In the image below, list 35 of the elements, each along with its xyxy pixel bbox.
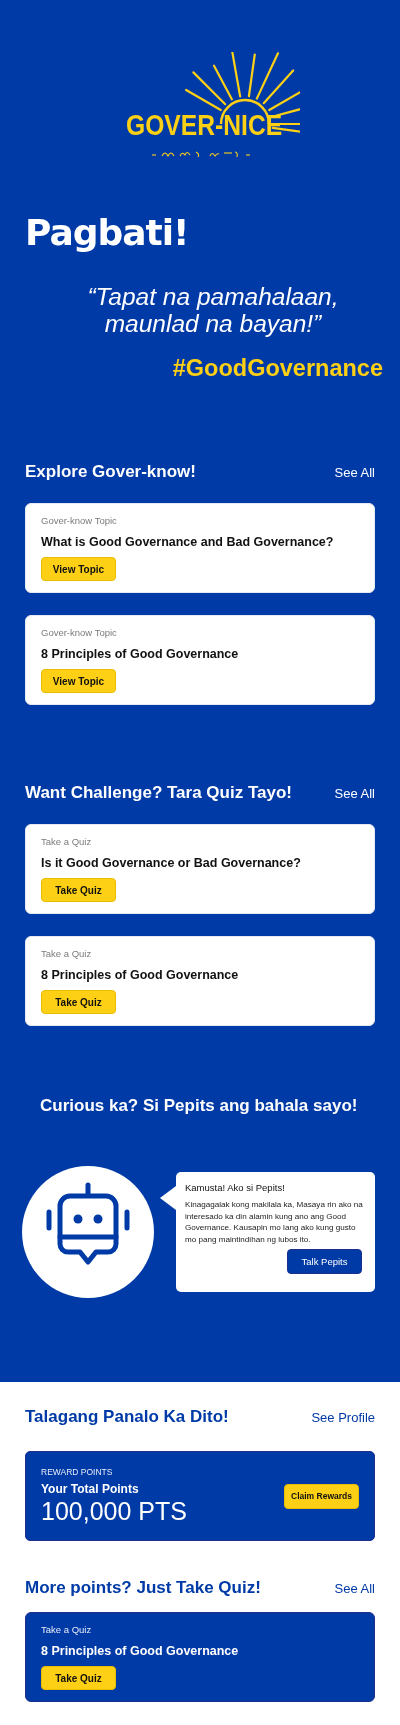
section-heading: Want Challenge? Tara Quiz Tayo! xyxy=(25,783,292,803)
card-title: 8 Principles of Good Governance xyxy=(41,1644,239,1658)
card-label: Take a Quiz xyxy=(41,948,92,959)
card-action-button[interactable]: Take Quiz xyxy=(41,878,116,902)
section-heading: Talagang Panalo Ka Dito! xyxy=(25,1407,229,1427)
card-title: What is Good Governance and Bad Governance? xyxy=(41,535,334,549)
card-action-button[interactable]: View Topic xyxy=(41,557,116,581)
card-action-button[interactable]: Take Quiz xyxy=(41,990,116,1014)
card-label: Take a Quiz xyxy=(41,836,92,847)
card-label: Gover-know Topic xyxy=(41,515,117,526)
card-action-button[interactable]: View Topic xyxy=(41,669,116,693)
points-total: 100,000 PTS xyxy=(41,1496,187,1526)
motto-quote: “Tapat na pamahalaan, maunlad na bayan!” xyxy=(86,283,340,337)
section-heading: More points? Just Take Quiz! xyxy=(25,1578,261,1598)
card-title: 8 Principles of Good Governance xyxy=(41,968,239,982)
section-heading: Curious ka? Si Pepits ang bahala sayo! xyxy=(40,1096,359,1116)
section-heading: Explore Gover-know! xyxy=(25,462,196,482)
see-all-link[interactable]: See All xyxy=(334,1580,375,1596)
bubble-title: Kamusta! Ako si Pepits! xyxy=(185,1182,285,1193)
reward-subtitle: Your Total Points xyxy=(41,1481,140,1496)
reward-label: REWARD POINTS xyxy=(41,1466,114,1477)
see-all-link[interactable]: See All xyxy=(334,785,375,801)
bubble-message: Kinagagalak kong makilala ka, Masaya rin ako na interesado ka din alamin kung ano ang Good Governance. Kausapin mo lang ako kung gusto mo pang maintindihan ng lubos ito. xyxy=(185,1199,364,1245)
card-label: Gover-know Topic xyxy=(41,627,117,638)
card-title: Is it Good Governance or Bad Governance? xyxy=(41,856,301,870)
card-label: Take a Quiz xyxy=(41,1624,92,1635)
see-all-link[interactable]: See All xyxy=(334,464,375,480)
card-action-button[interactable]: Take Quiz xyxy=(41,1666,116,1690)
greeting-title: Pagbati! xyxy=(25,212,190,253)
see-profile-link[interactable]: See Profile xyxy=(311,1409,375,1425)
claim-rewards-button[interactable]: Claim Rewards xyxy=(284,1483,359,1509)
logo-wordmark: GOVER-NICE xyxy=(126,109,283,142)
talk-button[interactable]: Talk Pepits xyxy=(287,1249,362,1274)
hashtag: #GoodGovernance xyxy=(172,355,383,382)
card-title: 8 Principles of Good Governance xyxy=(41,647,239,661)
